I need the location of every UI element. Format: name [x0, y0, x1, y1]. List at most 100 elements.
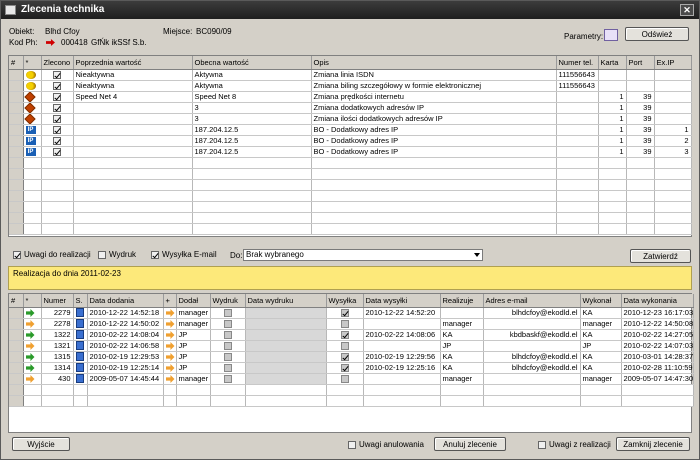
wysylka-cell[interactable]: [326, 318, 364, 330]
row-header[interactable]: [9, 201, 24, 213]
row-header[interactable]: [9, 395, 24, 407]
row-header[interactable]: [9, 329, 24, 341]
wysylka-checkbox[interactable]: [340, 375, 349, 383]
uwagi-anulowania-wrap[interactable]: Uwagi anulowania: [348, 440, 424, 450]
history-col-header[interactable]: Realizuje: [440, 294, 484, 308]
table-row[interactable]: Nieaktywna Aktywna Zmiana linia ISDN 111556…: [9, 69, 692, 81]
history-col-header[interactable]: S.: [73, 294, 88, 308]
zlecono-checkbox[interactable]: [53, 148, 61, 156]
table-row[interactable]: 1314 2010-02-19 12:25:14 JP 2010-02-19 12:2…: [9, 362, 694, 374]
row-header[interactable]: [9, 124, 24, 136]
wydruk-checkbox[interactable]: [223, 364, 232, 372]
row-header[interactable]: [9, 91, 24, 103]
wysylka-checkbox[interactable]: [340, 342, 349, 350]
wysylka-cell[interactable]: [326, 351, 364, 363]
orders-col-header[interactable]: Opis: [311, 56, 557, 70]
wysylka-checkbox[interactable]: [340, 309, 349, 317]
uwagi-checkbox[interactable]: [13, 250, 21, 259]
row-header[interactable]: [9, 340, 24, 352]
wydruk-checkbox-wrap[interactable]: Wydruk: [98, 250, 136, 260]
history-col-header[interactable]: *: [23, 294, 42, 308]
row-header[interactable]: [9, 223, 24, 235]
table-row[interactable]: 1315 2010-02-19 12:29:53 JP 2010-02-19 12:2…: [9, 351, 694, 363]
realization-note[interactable]: Realizacja do dnia 2011-02-23: [8, 266, 692, 290]
wydruk-checkbox[interactable]: [98, 250, 106, 259]
table-row[interactable]: IP 187.204.12.5 BO - Dodatkowy adres IP 1 39…: [9, 135, 692, 147]
wydruk-checkbox[interactable]: [223, 331, 232, 339]
row-header[interactable]: [9, 384, 24, 396]
table-row[interactable]: 430 2009-05-07 14:45:44 manager manager mana…: [9, 373, 694, 385]
row-header[interactable]: [9, 190, 24, 202]
wydruk-cell[interactable]: [210, 351, 246, 363]
wysylka-checkbox-wrap[interactable]: Wysyłka E-mail: [151, 250, 217, 260]
history-col-header[interactable]: Data wykonania: [621, 294, 694, 308]
orders-col-header[interactable]: Ex.IP: [654, 56, 692, 70]
row-header[interactable]: [9, 168, 24, 180]
zlecono-cell[interactable]: [41, 91, 74, 103]
row-header[interactable]: [9, 102, 24, 114]
history-col-header[interactable]: Data wysyłki: [363, 294, 441, 308]
wydruk-checkbox[interactable]: [223, 353, 232, 361]
orders-col-header[interactable]: #: [9, 56, 24, 70]
zlecono-cell[interactable]: [41, 69, 74, 81]
wysylka-checkbox[interactable]: [340, 320, 349, 328]
table-row[interactable]: 3 Zmiana ilości dodatkowych adresów IP 1 39: [9, 113, 692, 125]
wydruk-cell[interactable]: [210, 307, 246, 319]
table-row[interactable]: IP 187.204.12.5 BO - Dodatkowy adres IP 1 39…: [9, 146, 692, 158]
orders-col-header[interactable]: Numer tel.: [556, 56, 599, 70]
table-row[interactable]: 1321 2010-02-22 14:06:58 JP JP JP 2010-02-22 …: [9, 340, 694, 352]
zlecono-checkbox[interactable]: [53, 126, 61, 134]
row-header[interactable]: [9, 80, 24, 92]
recipient-select[interactable]: Brak wybranego: [243, 249, 483, 261]
wysylka-checkbox[interactable]: [340, 364, 349, 372]
zlecono-checkbox[interactable]: [53, 104, 61, 112]
parametry-icon[interactable]: [604, 29, 618, 41]
history-col-header[interactable]: Numer: [41, 294, 74, 308]
uwagi-anulowania-checkbox[interactable]: [348, 440, 356, 449]
orders-col-header[interactable]: Karta: [598, 56, 627, 70]
wysylka-checkbox[interactable]: [151, 250, 159, 259]
wysylka-checkbox[interactable]: [340, 353, 349, 361]
history-col-header[interactable]: #: [9, 294, 24, 308]
wysylka-cell[interactable]: [326, 362, 364, 374]
table-row[interactable]: 1322 2010-02-22 14:08:04 JP 2010-02-22 14:0…: [9, 329, 694, 341]
wydruk-cell[interactable]: [210, 329, 246, 341]
table-row[interactable]: Speed Net 4 Speed Net 8 Zmiana prędkości i…: [9, 91, 692, 103]
wydruk-cell[interactable]: [210, 373, 246, 385]
orders-col-header[interactable]: Zlecono: [41, 56, 74, 70]
row-header[interactable]: [9, 135, 24, 147]
table-row[interactable]: Nieaktywna Aktywna Zmiana biling szczegóło…: [9, 80, 692, 92]
table-row[interactable]: 2278 2010-12-22 14:50:02 manager manager man…: [9, 318, 694, 330]
wydruk-checkbox[interactable]: [223, 309, 232, 317]
uwagi-checkbox-wrap[interactable]: Uwagi do realizacji: [13, 250, 91, 260]
history-col-header[interactable]: +: [163, 294, 177, 308]
zlecono-cell[interactable]: [41, 102, 74, 114]
orders-col-header[interactable]: Port: [626, 56, 655, 70]
history-col-header[interactable]: Dodał: [176, 294, 211, 308]
wydruk-checkbox[interactable]: [223, 375, 232, 383]
row-header[interactable]: [9, 362, 24, 374]
history-col-header[interactable]: Data wydruku: [245, 294, 327, 308]
zlecono-checkbox[interactable]: [53, 82, 61, 90]
wysylka-cell[interactable]: [326, 373, 364, 385]
row-header[interactable]: [9, 157, 24, 169]
table-row[interactable]: IP 187.204.12.5 BO - Dodatkowy adres IP 1 39…: [9, 124, 692, 136]
uwagi-realizacji-checkbox[interactable]: [538, 440, 546, 449]
exit-button[interactable]: Wyjście: [12, 437, 70, 451]
orders-col-header[interactable]: *: [23, 56, 42, 70]
zlecono-cell[interactable]: [41, 113, 74, 125]
wydruk-cell[interactable]: [210, 340, 246, 352]
row-header[interactable]: [9, 146, 24, 158]
zlecono-checkbox[interactable]: [53, 93, 61, 101]
row-header[interactable]: [9, 373, 24, 385]
zlecono-cell[interactable]: [41, 135, 74, 147]
table-row[interactable]: 3 Zmiana dodatkowych adresów IP 1 39: [9, 102, 692, 114]
history-col-header[interactable]: Wykonał: [580, 294, 622, 308]
uwagi-realizacji-wrap[interactable]: Uwagi z realizacji: [538, 440, 611, 450]
wysylka-checkbox[interactable]: [340, 331, 349, 339]
zlecono-checkbox[interactable]: [53, 137, 61, 145]
row-header[interactable]: [9, 307, 24, 319]
zlecono-cell[interactable]: [41, 124, 74, 136]
zlecono-checkbox[interactable]: [53, 71, 61, 79]
zlecono-checkbox[interactable]: [53, 115, 61, 123]
